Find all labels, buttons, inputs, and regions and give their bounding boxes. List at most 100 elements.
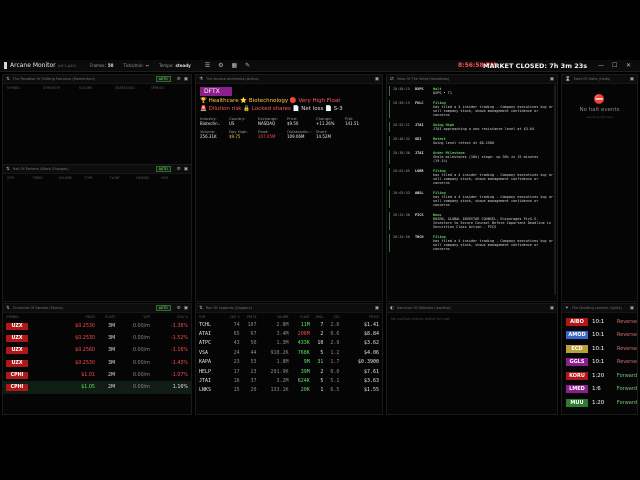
news-symbol[interactable]: PICS xyxy=(415,213,433,229)
col-symbol[interactable]: SYMBOL xyxy=(7,86,43,90)
maximize-icon[interactable]: ☐ xyxy=(612,62,617,69)
split-symbol[interactable]: GGLS xyxy=(566,358,588,367)
table-row[interactable]: HELP 17 23 291.9K 39M 2 0.0 $7.61 xyxy=(196,367,382,376)
news-symbol[interactable]: GEI xyxy=(415,137,433,145)
col-header[interactable]: PRICE xyxy=(240,313,257,320)
close-icon[interactable]: ✕ xyxy=(626,62,631,69)
col-price[interactable]: PRICE xyxy=(54,313,95,320)
symbol-cell[interactable]: UZX xyxy=(3,345,54,357)
news-symbol[interactable]: TRCH xyxy=(415,235,433,251)
table-row[interactable]: CPHI $1.05 2M 0.00/m 1.16% xyxy=(3,381,191,394)
split-row[interactable]: AIBO 10:1 Reverse xyxy=(562,315,637,329)
news-item[interactable]: 20:52:21 JTAI Going High JTAI approaching a… xyxy=(389,122,557,132)
split-symbol[interactable]: MUU xyxy=(566,398,588,407)
news-item[interactable]: 20:01:05 LGRR Filing has filed a 4 insider … xyxy=(389,168,557,186)
table-row[interactable]: JTAI 16 37 3.2M 624K 5 5.1 $3.63 xyxy=(196,376,382,385)
col-header[interactable]: VOLUME xyxy=(257,313,289,320)
window-icon[interactable]: ▣ xyxy=(375,306,379,311)
window-icon[interactable]: ▣ xyxy=(184,306,188,311)
window-icon[interactable]: ▣ xyxy=(550,306,554,311)
col-float[interactable]: FLOAT xyxy=(110,176,136,180)
col-symbol[interactable]: SYMBOL xyxy=(3,313,54,320)
sym-cell[interactable]: KAPA xyxy=(196,358,223,367)
col-header[interactable]: SIG xyxy=(323,313,340,320)
news-item[interactable]: 20:03:53 ABSL Filing has filed a 4 insider … xyxy=(389,190,557,208)
col-volume[interactable]: VOLUME xyxy=(79,86,115,90)
sym-cell[interactable]: JTAI xyxy=(196,376,223,385)
symbol-cell[interactable]: UZX xyxy=(3,332,54,344)
window-icon[interactable]: ▣ xyxy=(630,306,634,311)
news-item[interactable]: 20:58:15 FULC Filing has filed a 4 insider … xyxy=(389,100,557,118)
scanner-icon[interactable]: ▦ xyxy=(231,62,237,69)
scrollbar[interactable] xyxy=(554,85,556,295)
window-icon[interactable]: ▣ xyxy=(550,77,554,82)
news-symbol[interactable]: LGRR xyxy=(415,169,433,185)
news-symbol[interactable]: FULC xyxy=(415,101,433,117)
col-volume[interactable]: VOLUME xyxy=(58,176,84,180)
layout-icon[interactable]: ☰ xyxy=(205,62,210,69)
split-row[interactable]: KORU 1:20 Forward xyxy=(562,369,637,383)
col-spread[interactable]: SPREAD xyxy=(151,86,187,90)
settings-icon[interactable]: ⚙ xyxy=(218,62,223,69)
sym-cell[interactable]: VSA xyxy=(196,348,223,357)
symbol-cell[interactable]: CPHI xyxy=(3,369,54,381)
symbol-badge[interactable]: UZX xyxy=(6,359,28,367)
col-strength[interactable]: STRENGTH xyxy=(43,86,79,90)
table-row[interactable]: KAPA 23 53 1.8M 9M 31 1.7 $0.3900 xyxy=(196,358,382,367)
col-vop[interactable]: VOP xyxy=(115,313,150,320)
split-symbol[interactable]: LMED xyxy=(566,385,588,394)
split-row[interactable]: ECD 10:1 Reverse xyxy=(562,342,637,356)
table-row[interactable]: UZX $0.2530 3M 0.00/m -1.43% xyxy=(3,357,191,369)
window-icon[interactable]: ▣ xyxy=(630,77,634,82)
news-symbol[interactable]: JTAI xyxy=(415,123,433,131)
news-symbol[interactable]: JTAI xyxy=(415,151,433,163)
auto-toggle[interactable]: AUTO xyxy=(155,76,171,82)
col-header[interactable]: PRICE xyxy=(339,313,382,320)
col-mvs[interactable]: MVS xyxy=(161,176,187,180)
table-row[interactable]: VSA 24 44 910.2K 768K 5 1.2 $4.06 xyxy=(196,348,382,357)
table-row[interactable]: ATAI 65 67 3.4M 206M 2 0.6 $8.84 xyxy=(196,329,382,338)
news-item[interactable]: 20:31:30 PICS News ROSEN, GLOBAL INVESTOR C… xyxy=(389,212,557,230)
col-times[interactable]: TIMES xyxy=(33,176,59,180)
settings-icon[interactable]: ⚙ xyxy=(177,77,181,82)
symbol-badge[interactable]: UZX xyxy=(6,322,28,330)
settings-icon[interactable]: ⚙ xyxy=(177,167,181,172)
table-row[interactable]: ATPC 43 50 1.3M 433K 10 2.9 $3.62 xyxy=(196,339,382,348)
news-item[interactable]: 20:48:32 GEI Retest Going level retest at $… xyxy=(389,136,557,146)
table-row[interactable]: UZX $0.2530 3M 0.00/m -1.52% xyxy=(3,332,191,344)
split-symbol[interactable]: AIBO xyxy=(566,317,588,326)
col-header[interactable]: RVOL xyxy=(310,313,324,320)
symbol-badge[interactable]: CPHI xyxy=(6,371,28,379)
sym-cell[interactable]: HELP xyxy=(196,367,223,376)
col-header[interactable]: CHG % xyxy=(223,313,240,320)
news-symbol[interactable]: DXPS xyxy=(415,87,433,95)
symbol-badge[interactable]: UZX xyxy=(6,347,28,355)
split-symbol[interactable]: AMOD xyxy=(566,331,588,340)
news-item[interactable]: 20:34:56 TRCH Filing has filed a 4 insider … xyxy=(389,234,557,252)
col-tops[interactable]: TOPS xyxy=(84,176,110,180)
table-row[interactable]: LNKS 15 20 133.1K 20K 1 6.5 $1.55 xyxy=(196,386,382,395)
sym-cell[interactable]: TCHL xyxy=(196,320,223,329)
split-row[interactable]: AMOD 10:1 Reverse xyxy=(562,329,637,343)
auto-toggle[interactable]: AUTO xyxy=(155,166,171,172)
news-item[interactable]: 20:38:30 JTAI Order Milestone Shale milesto… xyxy=(389,150,557,164)
sym-cell[interactable]: LNKS xyxy=(196,386,223,395)
col-sym[interactable]: SYM xyxy=(7,176,33,180)
table-row[interactable]: TCHL 74 107 2.8M 11M 7 2.6 $1.41 xyxy=(196,320,382,329)
settings-icon[interactable]: ⚙ xyxy=(177,306,181,311)
symbol-cell[interactable]: CPHI xyxy=(3,381,54,393)
symbol-badge[interactable]: UZX xyxy=(6,334,28,342)
edit-icon[interactable]: ✎ xyxy=(245,62,250,69)
split-row[interactable]: MUU 1:20 Forward xyxy=(562,396,637,410)
symbol-badge[interactable]: CPHI xyxy=(6,384,28,392)
col-shares-sec[interactable]: SHARES/SEC xyxy=(115,86,151,90)
news-item[interactable]: 20:58:15 DXPS Halt DXPS • T1 xyxy=(389,86,557,96)
sym-cell[interactable]: ATAI xyxy=(196,329,223,338)
col-float[interactable]: FLOAT xyxy=(95,313,115,320)
window-icon[interactable]: ▣ xyxy=(375,77,379,82)
table-row[interactable]: UZX $0.2530 3M 0.00/m -1.36% xyxy=(3,320,191,332)
col-change[interactable]: CHANGE xyxy=(136,176,162,180)
active-symbol-badge[interactable]: DFTX xyxy=(200,87,232,96)
minimize-icon[interactable]: — xyxy=(598,62,604,69)
news-symbol[interactable]: ABSL xyxy=(415,191,433,207)
